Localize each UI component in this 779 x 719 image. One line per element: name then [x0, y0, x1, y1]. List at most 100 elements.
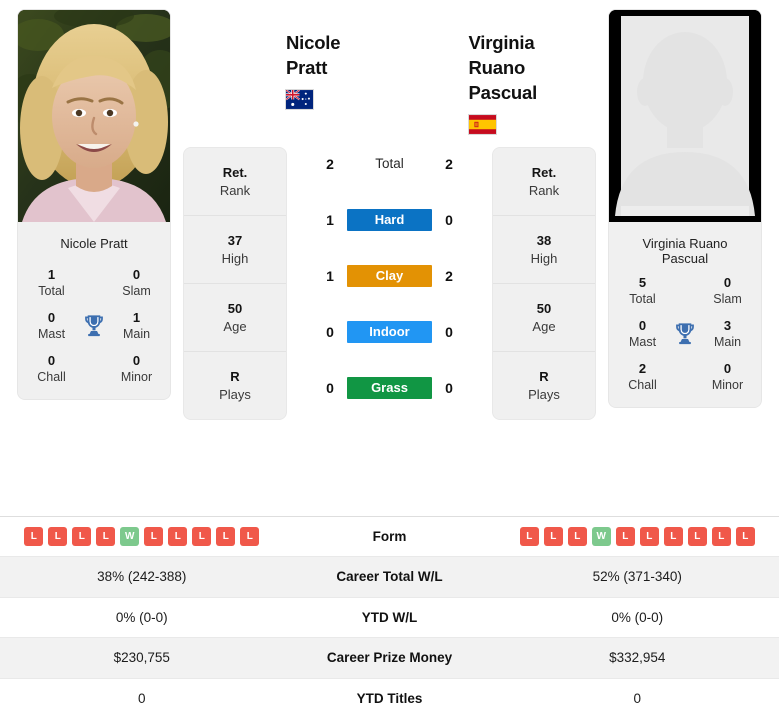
- left-titles-total-value: 1: [47, 267, 56, 282]
- left-info-rank-label: Rank: [219, 183, 251, 198]
- form-badge-loss[interactable]: L: [735, 526, 755, 546]
- form-badge-loss[interactable]: L: [96, 526, 116, 546]
- left-titles-mast: 0 Mast: [24, 309, 79, 342]
- left-info-high-label: High: [221, 251, 249, 266]
- right-titles-mast-value: 0: [638, 318, 647, 333]
- form-badge-loss[interactable]: L: [711, 526, 731, 546]
- stat-label-ytd-titles: YTD Titles: [356, 691, 423, 707]
- right-info-age-label: Age: [532, 319, 556, 334]
- right-titles-slam: 0 Slam: [700, 274, 755, 307]
- right-titles-slam-label: Slam: [713, 292, 742, 306]
- left-titles-minor-label: Minor: [120, 370, 153, 384]
- form-badge-loss[interactable]: L: [48, 526, 68, 546]
- left-info-plays-label: Plays: [219, 387, 251, 402]
- form-badge-loss[interactable]: L: [663, 526, 683, 546]
- right-player-photo[interactable]: [609, 10, 761, 222]
- surface-breakdown: 2 Total 2 1 Hard 0 1 Clay 2 0 Indoor 0 0…: [286, 136, 493, 416]
- form-badge-win[interactable]: W: [120, 526, 140, 546]
- left-titles-card: Nicole Pratt 1 Total 0 Slam 0 Mast 1 Mai…: [18, 222, 170, 399]
- trophy-icon: [79, 313, 109, 339]
- left-player-column: Nicole Pratt 1 Total 0 Slam 0 Mast 1 Mai…: [18, 10, 170, 399]
- h2h-hard-left: 1: [326, 212, 334, 228]
- right-titles-caption: Virginia Ruano Pascual: [642, 236, 728, 266]
- right-titles-slam-value: 0: [723, 275, 732, 290]
- h2h-indoor-right: 0: [445, 324, 453, 340]
- right-info-age-value: 50: [536, 301, 552, 316]
- right-info-high-value: 38: [536, 233, 552, 248]
- form-badge-loss[interactable]: L: [240, 526, 260, 546]
- left-ytd-titles: 0: [137, 691, 146, 707]
- right-info-column: Ret. Rank 38 High 50 Age R Plays: [493, 10, 595, 419]
- left-titles-grid: 1 Total 0 Slam 0 Mast 1 Main 0 Chall 0 M…: [24, 266, 164, 385]
- form-badge-loss[interactable]: L: [216, 526, 236, 546]
- form-badge-loss[interactable]: L: [543, 526, 563, 546]
- right-titles-mast: 0 Mast: [615, 317, 670, 350]
- left-info-card: Ret. Rank 37 High 50 Age R Plays: [184, 148, 286, 419]
- stat-label-form: Form: [372, 528, 407, 544]
- left-prize-money: $230,755: [113, 650, 170, 666]
- form-badge-loss[interactable]: L: [192, 526, 212, 546]
- spain-flag-icon: [468, 115, 496, 134]
- form-badge-loss[interactable]: L: [72, 526, 92, 546]
- form-badge-loss[interactable]: L: [168, 526, 188, 546]
- compare-header: Nicole Pratt 1 Total 0 Slam 0 Mast 1 Mai…: [0, 0, 779, 419]
- right-info-rank-label: Rank: [528, 183, 560, 198]
- right-player-name: Virginia Ruano Pascual: [468, 32, 538, 103]
- h2h-clay-right: 2: [445, 268, 453, 284]
- left-info-plays-value: R: [230, 369, 240, 384]
- h2h-hard-badge[interactable]: Hard: [347, 209, 432, 231]
- left-ytd-wl: 0% (0-0): [115, 609, 168, 625]
- form-badge-loss[interactable]: L: [567, 526, 587, 546]
- right-player-card[interactable]: Virginia Ruano Pascual 5 Total 0 Slam 0: [609, 10, 761, 407]
- h2h-clay-left: 1: [326, 268, 334, 284]
- right-form-strip: LLLWLLLLLL: [496, 526, 779, 546]
- right-titles-total-label: Total: [629, 292, 656, 306]
- h2h-clay-badge[interactable]: Clay: [347, 265, 432, 287]
- left-titles-total-label: Total: [38, 284, 65, 298]
- h2h-hard-right: 0: [445, 212, 453, 228]
- right-titles-total: 5 Total: [615, 274, 670, 307]
- left-titles-main-label: Main: [122, 327, 151, 341]
- left-info-column: Ret. Rank 37 High 50 Age R Plays: [184, 10, 286, 419]
- head-to-head-column: Nicole Pratt Virginia Ruano Pascual 2 To…: [286, 10, 538, 416]
- form-badge-loss[interactable]: L: [639, 526, 659, 546]
- australia-flag-icon: [286, 90, 313, 109]
- right-form-cell: LLLWLLLLLL: [496, 526, 779, 546]
- right-titles-mast-label: Mast: [628, 335, 657, 349]
- h2h-indoor-left: 0: [326, 324, 334, 340]
- h2h-grass-badge[interactable]: Grass: [347, 377, 432, 399]
- right-info-rank: Ret. Rank: [493, 148, 595, 216]
- left-titles-minor: 0 Minor: [109, 352, 164, 385]
- form-badge-win[interactable]: W: [591, 526, 611, 546]
- form-badge-loss[interactable]: L: [615, 526, 635, 546]
- right-player-column: Virginia Ruano Pascual 5 Total 0 Slam 0: [609, 10, 761, 407]
- left-info-high: 37 High: [184, 216, 286, 284]
- left-form-strip: LLLLWLLLLL: [0, 526, 284, 546]
- right-career-wl: 52% (371-340): [592, 569, 682, 585]
- left-player-card[interactable]: Nicole Pratt 1 Total 0 Slam 0 Mast 1 Mai…: [18, 10, 170, 399]
- left-info-rank-value: Ret.: [222, 165, 248, 180]
- form-badge-loss[interactable]: L: [24, 526, 44, 546]
- left-info-age: 50 Age: [184, 284, 286, 352]
- left-titles-main-value: 1: [132, 310, 141, 325]
- form-badge-loss[interactable]: L: [144, 526, 164, 546]
- right-titles-total-value: 5: [638, 275, 647, 290]
- left-player-name: Nicole Pratt: [286, 32, 341, 78]
- h2h-row-hard: 1 Hard 0: [286, 192, 493, 248]
- right-titles-card: Virginia Ruano Pascual 5 Total 0 Slam 0: [609, 222, 761, 407]
- left-titles-mast-value: 0: [47, 310, 56, 325]
- h2h-indoor-badge[interactable]: Indoor: [347, 321, 432, 343]
- form-badge-loss[interactable]: L: [519, 526, 539, 546]
- left-titles-slam-value: 0: [132, 267, 141, 282]
- left-player-photo[interactable]: [18, 10, 170, 222]
- left-titles-slam-label: Slam: [122, 284, 151, 298]
- right-ytd-wl: 0% (0-0): [611, 609, 664, 625]
- left-form-cell: LLLLWLLLLL: [0, 526, 284, 546]
- stat-label-prize-money: Career Prize Money: [326, 650, 453, 666]
- form-badge-loss[interactable]: L: [687, 526, 707, 546]
- left-titles-slam: 0 Slam: [109, 266, 164, 299]
- left-info-age-label: Age: [223, 319, 247, 334]
- right-titles-main-value: 3: [723, 318, 732, 333]
- right-info-plays: R Plays: [493, 352, 595, 419]
- right-info-high-label: High: [530, 251, 558, 266]
